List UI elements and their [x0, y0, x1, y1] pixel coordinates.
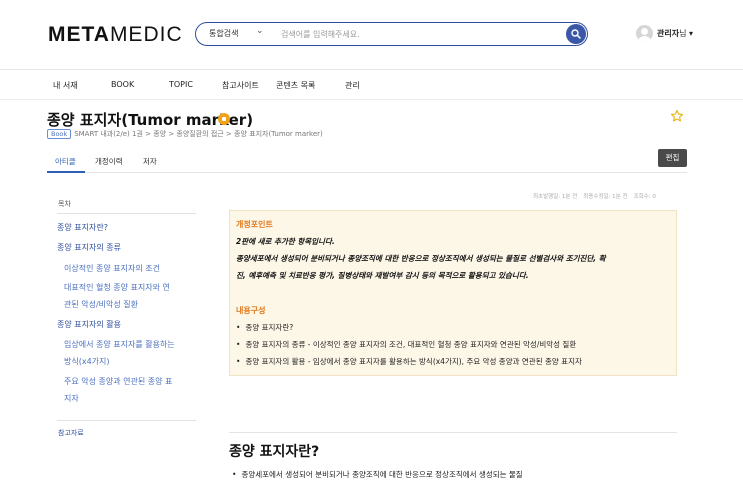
revision-line: 종양세포에서 생성되어 분비되거나 종양조직에 대한 반응으로 정상조직에서 생…	[236, 254, 606, 263]
toc-divider	[57, 420, 196, 421]
avatar	[636, 25, 653, 42]
toc-references[interactable]: 참고자료	[58, 428, 84, 438]
content-heading: 내용구성	[236, 306, 266, 315]
nav-item-book[interactable]: BOOK	[111, 80, 134, 89]
nav-item-admin[interactable]: 관리	[345, 80, 360, 91]
status-badge	[218, 113, 230, 125]
star-icon[interactable]	[670, 109, 684, 123]
tab-authors[interactable]: 저자	[143, 156, 157, 167]
user-name: 관리자님 ▾	[657, 29, 694, 38]
section-title: 종양 표지자란?	[229, 444, 320, 460]
tabs-divider	[47, 172, 687, 173]
nav-item-content-list[interactable]: 콘텐츠 목록	[276, 80, 315, 91]
tab-revision-history[interactable]: 개정이력	[95, 156, 123, 167]
list-item: 종양 표지자의 활용 - 임상에서 종양 표지자를 활용하는 방식(x4가지),…	[236, 356, 581, 367]
toc-item[interactable]: 지자	[64, 391, 79, 407]
active-tab-indicator	[47, 171, 85, 173]
search-button[interactable]	[566, 24, 586, 44]
book-tag: Book	[47, 129, 72, 139]
toc-item[interactable]: 대표적인 혈청 종양 표지자와 연	[64, 280, 170, 296]
revision-line: 2판에 새로 추가한 항목입니다.	[236, 237, 335, 246]
toc-item[interactable]: 관된 악성/비악성 질환	[64, 297, 138, 313]
search-input[interactable]	[281, 27, 551, 42]
toc-item[interactable]: 종양 표지자의 활용	[57, 317, 121, 333]
toc-item[interactable]: 종양 표지자란?	[57, 220, 108, 236]
list-item: 종양세포에서 생성되어 분비되거나 종양조직에 대한 반응으로 정상조직에서 생…	[232, 469, 522, 480]
revision-notice: 개정포인트 2판에 새로 추가한 항목입니다. 종양세포에서 생성되어 분비되거…	[229, 210, 677, 376]
last-modified: 최종수정일: 1분 전	[583, 194, 628, 200]
nav-item-reference-sites[interactable]: 참고사이트	[222, 80, 259, 91]
toc-item[interactable]: 방식(x4가지)	[64, 354, 110, 370]
list-item: 종양 표지자의 종류 - 이상적인 종양 표지자의 조건, 대표적인 혈청 종양…	[236, 339, 576, 350]
metamedic-logo[interactable]: METAMEDIC	[48, 23, 183, 47]
main-nav: 내 서재 BOOK TOPIC 참고사이트 콘텐츠 목록 관리	[0, 70, 743, 100]
toc-item[interactable]: 임상에서 종양 표지자를 활용하는	[64, 337, 175, 353]
toc-divider	[57, 213, 196, 214]
toc-item[interactable]: 주요 악성 종양과 연관된 종양 표	[64, 374, 172, 390]
toc-label: 목차	[58, 200, 71, 208]
search-icon	[571, 29, 581, 39]
search-scope-select[interactable]: 통합검색	[209, 28, 238, 39]
breadcrumb-path[interactable]: SMART 내과(2/e) 1권 > 종양 > 종양질환의 접근 > 종양 표지…	[74, 130, 323, 138]
breadcrumb: Book SMART 내과(2/e) 1권 > 종양 > 종양질환의 접근 > 종…	[47, 129, 323, 139]
top-header: METAMEDIC 통합검색 ⌄ 관리자님 ▾	[0, 0, 743, 70]
edit-button[interactable]: 편집	[658, 149, 687, 167]
tab-article[interactable]: 아티클	[55, 156, 76, 167]
view-count: 조회수: 0	[633, 194, 656, 200]
chevron-down-icon[interactable]: ⌄	[256, 26, 264, 36]
article-tabs: 아티클 개정이력 저자	[47, 150, 687, 173]
section-divider	[229, 432, 677, 433]
revision-heading: 개정포인트	[236, 220, 273, 229]
nav-item-topic[interactable]: TOPIC	[169, 80, 193, 89]
toc-item[interactable]: 종양 표지자의 종류	[57, 240, 121, 256]
revision-line: 진, 예후예측 및 치료반응 평가, 질병상태와 재발여부 감시 등의 목적으로…	[236, 271, 529, 280]
article-meta: 최초발행일: 1분 전 최종수정일: 1분 전 조회수: 0	[533, 192, 662, 200]
first-published: 최초발행일: 1분 전	[533, 194, 578, 200]
search-bar: 통합검색 ⌄	[195, 22, 588, 46]
list-item: 종양 표지자란?	[236, 322, 293, 333]
nav-item-my-library[interactable]: 내 서재	[53, 80, 78, 91]
toc-item[interactable]: 이상적인 종양 표지자의 조건	[64, 261, 160, 277]
